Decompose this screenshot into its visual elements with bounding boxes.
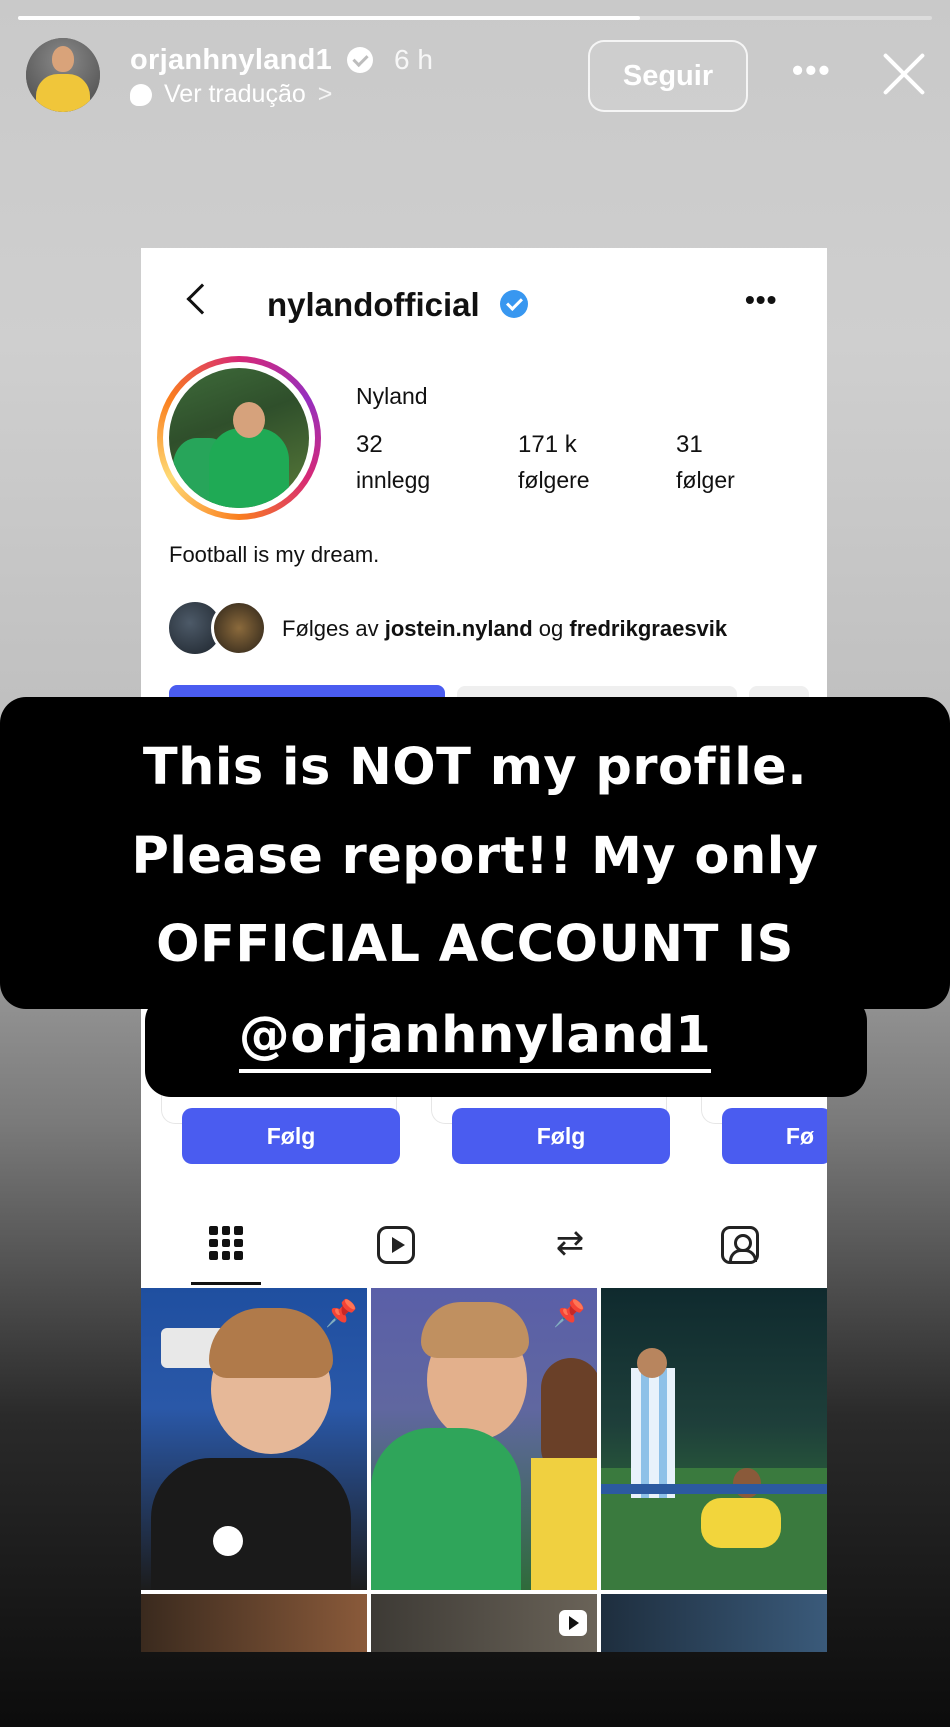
- chevron-right-icon: >: [317, 80, 333, 108]
- follow-button[interactable]: Seguir: [588, 40, 748, 112]
- stat-followers: 171 k følgere: [518, 431, 590, 494]
- overlay-mention[interactable]: @orjanhnyland1: [0, 1006, 950, 1073]
- followed-by-text: Følges av jostein.nyland og fredrikgraes…: [282, 616, 727, 642]
- followed-by-user2: fredrikgraesvik: [569, 616, 728, 641]
- stat-posts: 32 innlegg: [356, 431, 430, 494]
- story-progress-fill: [18, 16, 640, 20]
- posts-grid: 📌 📌: [141, 1288, 827, 1652]
- post-thumbnail: [141, 1594, 367, 1652]
- reels-icon: [377, 1226, 415, 1264]
- post-thumbnail: [371, 1594, 597, 1652]
- stat-posts-value: 32: [356, 431, 383, 458]
- suggested-follow-button: Følg: [452, 1108, 670, 1164]
- tagged-icon: [721, 1226, 759, 1264]
- close-icon[interactable]: [880, 50, 928, 98]
- followed-by-user1: jostein.nyland: [384, 616, 533, 641]
- more-options-icon: •••: [745, 284, 778, 315]
- suggested-follow-button: Fø: [722, 1108, 827, 1164]
- profile-bio: Football is my dream.: [169, 542, 380, 567]
- reel-icon: [559, 1610, 587, 1636]
- overlay-line-3: OFFICIAL ACCOUNT IS: [156, 915, 794, 974]
- see-translation-label: Ver tradução: [164, 80, 306, 108]
- stat-following-value: 31: [676, 431, 703, 458]
- profile-avatar: [157, 356, 321, 520]
- verified-badge-icon: [347, 47, 373, 73]
- stat-followers-label: følgere: [518, 467, 590, 493]
- mention-link[interactable]: @orjanhnyland1: [238, 1006, 712, 1073]
- overlay-line-2: Please report!! My only: [131, 827, 819, 886]
- repost-icon: ⇄: [555, 1224, 585, 1262]
- see-translation-link[interactable]: Ver tradução >: [130, 80, 332, 109]
- post-thumbnail: 📌: [371, 1288, 597, 1590]
- more-options-icon[interactable]: •••: [792, 52, 832, 89]
- grid-icon: [209, 1226, 243, 1260]
- suggested-follow-button: Følg: [182, 1108, 400, 1164]
- story-header: orjanhnyland1 6 h Ver tradução > Seguir …: [0, 36, 950, 116]
- translate-bubble-icon: [130, 83, 152, 106]
- story-timestamp: 6 h: [394, 44, 433, 75]
- post-thumbnail: [601, 1594, 827, 1652]
- post-thumbnail: [601, 1288, 827, 1590]
- stat-followers-value: 171 k: [518, 431, 577, 458]
- pin-icon: 📌: [325, 1298, 358, 1328]
- stat-following: 31 følger: [676, 431, 735, 494]
- story-username[interactable]: orjanhnyland1: [130, 44, 332, 77]
- overlay-line-1: This is NOT my profile.: [142, 738, 808, 797]
- profile-display-name: Nyland: [356, 383, 428, 409]
- active-tab-indicator: [191, 1282, 261, 1285]
- post-thumbnail: 📌: [141, 1288, 367, 1590]
- followed-by-prefix: Følges av: [282, 616, 379, 641]
- story-progress-bar: [18, 16, 932, 20]
- story-avatar[interactable]: [26, 38, 100, 112]
- stat-following-label: følger: [676, 467, 735, 493]
- verified-badge-icon: [500, 290, 528, 318]
- followed-by-joiner: og: [538, 616, 564, 641]
- mutual-followers-avatars: [167, 600, 267, 658]
- profile-username: nylandofficial: [267, 286, 480, 323]
- back-arrow-icon: [186, 283, 218, 315]
- stat-posts-label: innlegg: [356, 467, 431, 493]
- pin-icon: 📌: [553, 1298, 586, 1328]
